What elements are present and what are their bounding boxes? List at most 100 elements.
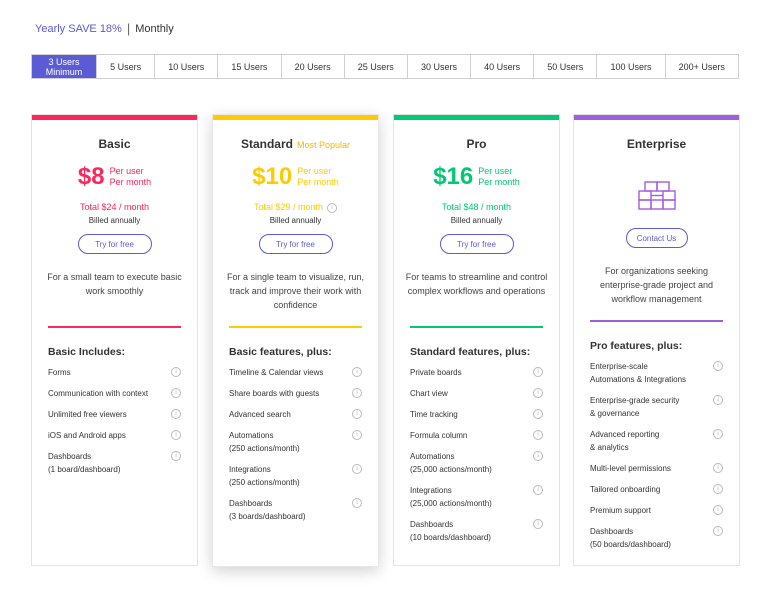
plan-description: For a small team to execute basic work s… <box>47 272 182 296</box>
feature-item: Advanced reporting & analytics i <box>590 428 723 454</box>
feature-text-line: Communication with context <box>48 389 149 398</box>
feature-text-line: Timeline & Calendar views <box>229 368 324 377</box>
billing-toggle: Yearly SAVE 18% | Monthly <box>35 21 174 36</box>
info-icon[interactable]: i <box>352 464 362 474</box>
users-option-15[interactable]: 15 Users <box>217 55 280 78</box>
info-icon[interactable]: i <box>713 395 723 405</box>
building-blocks-icon <box>574 178 739 216</box>
feature-item: Unlimited free viewers i <box>48 408 181 421</box>
plan-divider <box>410 326 543 328</box>
feature-text-line: Unlimited free viewers <box>48 410 127 419</box>
feature-text-line: Tailored onboarding <box>590 485 661 494</box>
info-icon[interactable]: i <box>533 485 543 495</box>
feature-item: Dashboards (50 boards/dashboard) i <box>590 525 723 551</box>
price-period: Per user Per month <box>478 166 520 188</box>
users-option-100[interactable]: 100 Users <box>596 55 664 78</box>
info-icon[interactable]: i <box>713 484 723 494</box>
users-option-200-plus[interactable]: 200+ Users <box>664 55 738 78</box>
info-icon[interactable]: i <box>171 409 181 419</box>
feature-text-line: Enterprise-grade security <box>590 396 680 405</box>
info-icon[interactable]: i <box>327 202 338 213</box>
feature-text: Enterprise-grade security & governance <box>590 394 685 420</box>
plan-title: Pro <box>466 137 487 151</box>
contact-us-button[interactable]: Contact Us <box>625 228 688 248</box>
users-option-3[interactable]: 3 Users Minimum <box>32 55 96 78</box>
info-icon[interactable]: i <box>352 409 362 419</box>
users-option-50[interactable]: 50 Users <box>533 55 596 78</box>
users-option-25[interactable]: 25 Users <box>343 55 407 78</box>
info-icon[interactable]: i <box>352 367 362 377</box>
feature-text-line: iOS and Android apps <box>48 431 126 440</box>
feature-item: Automations (250 actions/month) i <box>229 429 362 455</box>
users-option-5[interactable]: 5 Users <box>96 55 154 78</box>
plan-title: Enterprise <box>626 137 687 151</box>
feature-text-line: (3 boards/dashboard) <box>229 512 306 521</box>
feature-item: Enterprise-scale Automations & Integratio… <box>590 360 723 386</box>
users-option-20[interactable]: 20 Users <box>280 55 344 78</box>
feature-item: Forms i <box>48 366 181 379</box>
price-per-user: Per user <box>109 166 144 176</box>
try-for-free-button[interactable]: Try for free <box>439 234 514 254</box>
price-per-month: Per month <box>297 177 339 187</box>
feature-text: Dashboards (1 board/dashboard) <box>48 450 127 476</box>
user-count-selector: 3 Users Minimum 5 Users 10 Users 15 User… <box>31 54 739 79</box>
price-period: Per user Per month <box>110 166 152 188</box>
info-icon[interactable]: i <box>533 388 543 398</box>
features-list: Forms i Communication with context i Unlimit… <box>32 366 197 476</box>
plan-total: Total $29 / month <box>253 202 324 212</box>
feature-text-line: (10 boards/dashboard) <box>410 533 491 542</box>
feature-text-line: Time tracking <box>410 410 458 419</box>
users-minimum-note: Minimum <box>45 66 83 77</box>
info-icon[interactable]: i <box>713 463 723 473</box>
monthly-option[interactable]: Monthly <box>135 23 174 35</box>
info-icon[interactable]: i <box>713 429 723 439</box>
feature-text: Automations (250 actions/month) <box>229 429 306 455</box>
feature-text: Multi-level permissions <box>590 462 677 475</box>
info-icon[interactable]: i <box>533 409 543 419</box>
feature-text: Private boards <box>410 366 468 379</box>
feature-text-line: Multi-level permissions <box>590 464 671 473</box>
yearly-option[interactable]: Yearly SAVE 18% <box>35 23 122 35</box>
feature-item: Time tracking i <box>410 408 543 421</box>
feature-text: Dashboards (50 boards/dashboard) <box>590 525 677 551</box>
feature-item: Dashboards (10 boards/dashboard) i <box>410 518 543 544</box>
info-icon[interactable]: i <box>171 388 181 398</box>
info-icon[interactable]: i <box>533 430 543 440</box>
feature-text: Chart view <box>410 387 454 400</box>
users-option-30[interactable]: 30 Users <box>406 55 470 78</box>
plan-total: Total $48 / month <box>441 202 512 212</box>
info-icon[interactable]: i <box>352 498 362 508</box>
feature-text-line: Dashboards <box>229 499 273 508</box>
features-heading: Standard features, plus: <box>410 346 531 358</box>
info-icon[interactable]: i <box>171 367 181 377</box>
info-icon[interactable]: i <box>352 388 362 398</box>
feature-text: Advanced reporting & analytics <box>590 428 665 454</box>
try-for-free-button[interactable]: Try for free <box>258 234 333 254</box>
feature-text-line: Dashboards <box>410 520 454 529</box>
plan-description: For teams to streamline and control comp… <box>405 272 548 296</box>
feature-text-line: (250 actions/month) <box>229 478 300 487</box>
info-icon[interactable]: i <box>533 451 543 461</box>
info-icon[interactable]: i <box>171 430 181 440</box>
feature-text: Timeline & Calendar views <box>229 366 329 379</box>
billed-annually: Billed annually <box>88 216 141 225</box>
users-option-10[interactable]: 10 Users <box>154 55 217 78</box>
users-option-40[interactable]: 40 Users <box>470 55 533 78</box>
info-icon[interactable]: i <box>533 519 543 529</box>
feature-text: Integrations (250 actions/month) <box>229 463 306 489</box>
plan-description: For a single team to visualize, run, tra… <box>226 272 365 310</box>
feature-item: Automations (25,000 actions/month) i <box>410 450 543 476</box>
feature-item: Communication with context i <box>48 387 181 400</box>
feature-item: Advanced search i <box>229 408 362 421</box>
info-icon[interactable]: i <box>533 367 543 377</box>
info-icon[interactable]: i <box>171 451 181 461</box>
try-for-free-button[interactable]: Try for free <box>77 234 152 254</box>
feature-text-line: Advanced reporting <box>590 430 660 439</box>
info-icon[interactable]: i <box>713 526 723 536</box>
feature-text-line: (50 boards/dashboard) <box>590 540 671 549</box>
feature-item: Timeline & Calendar views i <box>229 366 362 379</box>
info-icon[interactable]: i <box>352 430 362 440</box>
info-icon[interactable]: i <box>713 361 723 371</box>
feature-text-line: Integrations <box>410 486 452 495</box>
info-icon[interactable]: i <box>713 505 723 515</box>
